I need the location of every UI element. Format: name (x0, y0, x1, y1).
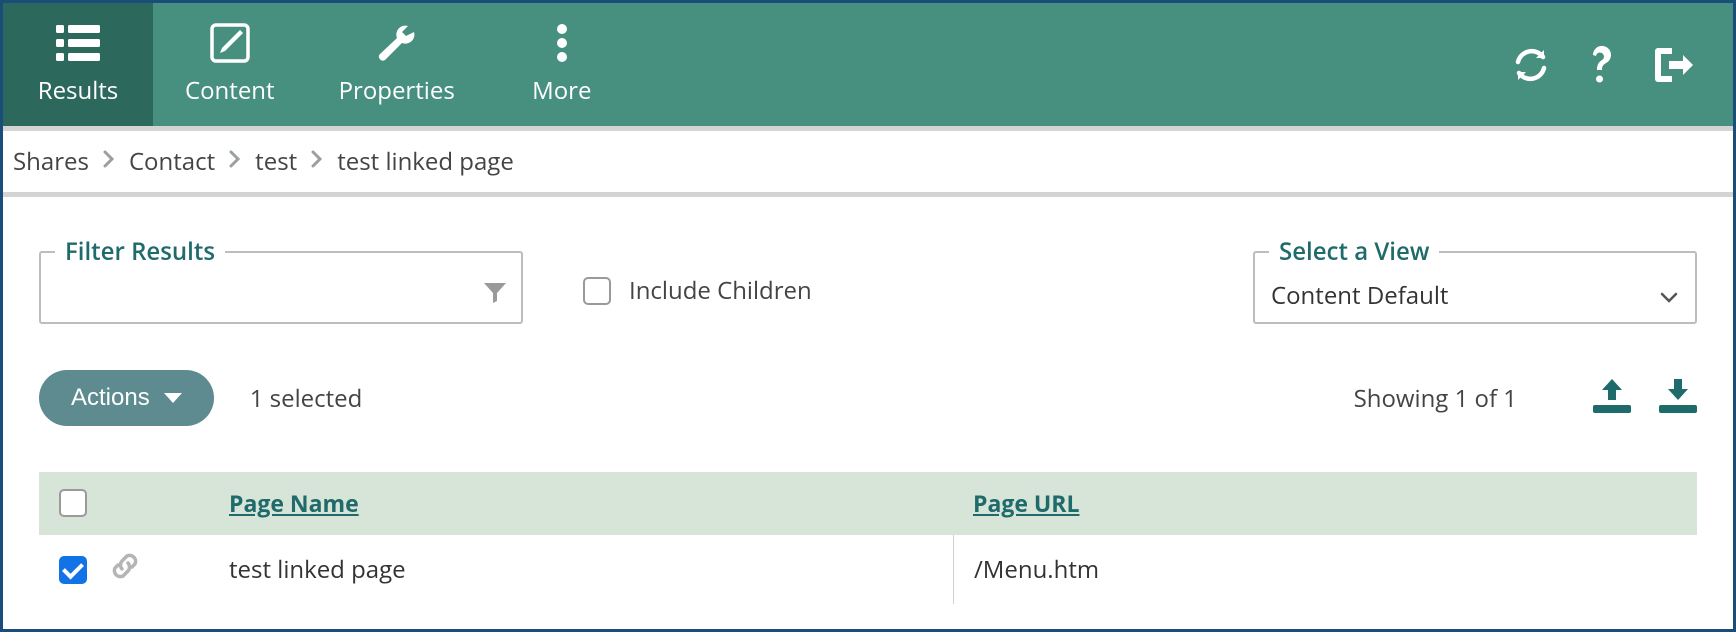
select-all-checkbox[interactable] (59, 489, 87, 517)
filter-legend: Filter Results (55, 235, 225, 268)
view-legend: Select a View (1269, 235, 1439, 268)
filter-input[interactable] (41, 272, 483, 318)
refresh-icon[interactable] (1513, 47, 1549, 83)
filter-icon[interactable] (483, 281, 507, 310)
breadcrumb: Shares Contact test test linked page (3, 131, 1733, 197)
tab-more[interactable]: More (487, 3, 637, 126)
sign-out-icon[interactable] (1655, 48, 1693, 82)
caret-down-icon (164, 393, 182, 403)
table-row[interactable]: test linked page /Menu.htm (39, 534, 1697, 604)
cell-page-name: test linked page (229, 553, 953, 586)
edit-icon (209, 22, 251, 64)
table-header: Page Name Page URL (39, 472, 1697, 534)
filter-fieldset: Filter Results (39, 235, 523, 324)
actions-label: Actions (71, 384, 150, 412)
tab-content[interactable]: Content (153, 3, 307, 126)
tab-label: Content (185, 74, 275, 107)
breadcrumb-item[interactable]: Contact (129, 145, 215, 178)
showing-text: Showing 1 of 1 (1354, 382, 1517, 415)
chevron-right-icon (103, 150, 115, 174)
include-children[interactable]: Include Children (583, 274, 812, 307)
include-children-label: Include Children (629, 274, 812, 307)
tab-label: Properties (339, 74, 455, 107)
column-page-name[interactable]: Page Name (229, 487, 953, 519)
breadcrumb-item[interactable]: Shares (13, 145, 89, 178)
transfer-icons (1593, 379, 1697, 418)
list-icon (56, 22, 100, 64)
tabs: Results Content Properties (3, 3, 637, 126)
download-icon[interactable] (1659, 379, 1697, 418)
toolbar-right (1513, 3, 1733, 126)
breadcrumb-item[interactable]: test (255, 145, 297, 178)
row-checkbox[interactable] (59, 556, 87, 584)
tab-results[interactable]: Results (3, 3, 153, 126)
main-panel: Filter Results Include Children Select a… (3, 197, 1733, 604)
view-value: Content Default (1271, 279, 1448, 312)
link-icon (109, 550, 141, 590)
chevron-right-icon (229, 150, 241, 174)
breadcrumb-item[interactable]: test linked page (337, 145, 514, 178)
tab-label: Results (38, 74, 119, 107)
more-vertical-icon (555, 22, 569, 64)
chevron-down-icon (1659, 279, 1679, 312)
tab-label: More (532, 74, 591, 107)
selected-count: 1 selected (250, 382, 363, 415)
view-select[interactable]: Content Default (1255, 268, 1695, 322)
chevron-right-icon (311, 150, 323, 174)
view-fieldset: Select a View Content Default (1253, 235, 1697, 324)
upload-icon[interactable] (1593, 379, 1631, 418)
column-page-url[interactable]: Page URL (953, 487, 1677, 519)
help-icon[interactable] (1587, 45, 1617, 85)
actions-row: Actions 1 selected Showing 1 of 1 (39, 370, 1697, 426)
actions-button[interactable]: Actions (39, 370, 214, 426)
top-toolbar: Results Content Properties (3, 3, 1733, 131)
tab-properties[interactable]: Properties (307, 3, 487, 126)
results-table: Page Name Page URL test linked page /Men… (39, 472, 1697, 604)
include-children-checkbox[interactable] (583, 277, 611, 305)
wrench-icon (376, 22, 418, 64)
controls-row: Filter Results Include Children Select a… (39, 235, 1697, 324)
cell-page-url: /Menu.htm (953, 535, 1677, 604)
